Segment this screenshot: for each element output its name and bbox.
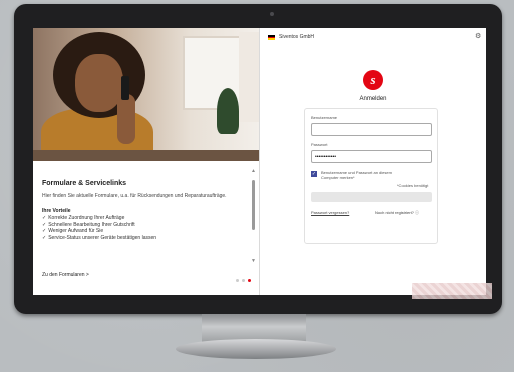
info-panel: Formulare & Servicelinks Hier finden Sie… — [33, 28, 260, 295]
tablecloth — [412, 283, 492, 299]
check-icon: ✓ — [42, 221, 47, 228]
webcam — [270, 12, 274, 16]
panel-title: Formulare & Servicelinks — [42, 180, 127, 187]
forgot-password-link[interactable]: Passwort vergessen? — [311, 210, 349, 215]
carousel-dot-active[interactable] — [248, 279, 251, 282]
username-input[interactable] — [311, 123, 432, 136]
carousel-dot[interactable] — [236, 279, 239, 282]
username-label: Benutzername — [311, 115, 338, 120]
company-name: Siventos GmbH — [279, 34, 315, 40]
gear-icon[interactable]: ⚙ — [475, 32, 481, 40]
info-icon: ⓘ — [415, 210, 420, 215]
check-icon: ✓ — [42, 234, 47, 241]
monitor-stand-neck — [202, 314, 306, 342]
login-heading: Anmelden — [359, 96, 387, 102]
check-icon: ✓ — [42, 228, 47, 234]
password-label: Passwort — [311, 142, 328, 147]
monitor-stand-base — [176, 339, 336, 359]
remember-checkbox[interactable]: ✓ — [311, 171, 317, 177]
list-item: ✓ Service-Status unserer Geräte bestätige… — [42, 234, 157, 241]
hero-image — [33, 28, 259, 161]
forms-link[interactable]: Zu den Formularen > — [42, 272, 89, 278]
carousel-dot[interactable] — [242, 279, 245, 282]
benefits-list: ✓ Korrekte Zuordnung Ihrer Aufträge ✓ Schn… — [42, 215, 242, 241]
login-card: Benutzername Passwort ✓ Benutzername und… — [304, 108, 438, 244]
cookies-note: *Cookies benötigt — [397, 183, 429, 188]
carousel-dots — [236, 279, 251, 282]
scrollbar-thumb[interactable] — [252, 180, 255, 230]
scroll-down-arrow-icon[interactable]: ▼ — [251, 258, 256, 264]
login-button[interactable] — [311, 192, 432, 202]
panel-intro: Hier finden Sie aktuelle Formulare, u.a.… — [42, 193, 227, 199]
remember-label: Benutzername und Passwort an diesem Comp… — [321, 170, 392, 180]
brand-logo: s — [363, 70, 383, 90]
scroll-up-arrow-icon[interactable]: ▲ — [251, 168, 256, 174]
register-link[interactable]: Noch nicht registriert? ⓘ — [375, 210, 419, 216]
top-bar: Siventos GmbH ⚙ — [268, 32, 481, 43]
check-icon: ✓ — [42, 215, 47, 221]
german-flag-icon — [268, 35, 275, 40]
benefits-title: Ihre Vorteile — [42, 208, 71, 214]
password-input[interactable] — [311, 150, 432, 163]
login-panel: Siventos GmbH ⚙ s Anmelden Benutzername … — [260, 28, 486, 295]
monitor-screen: Formulare & Servicelinks Hier finden Sie… — [33, 28, 486, 295]
